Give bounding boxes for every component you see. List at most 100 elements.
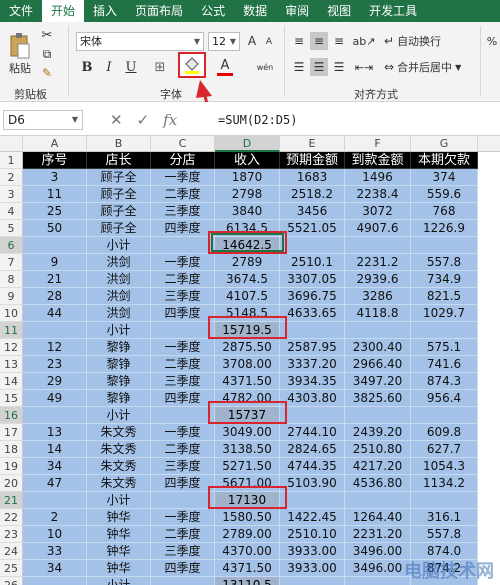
cell[interactable]: 朱文秀: [87, 424, 151, 441]
row-header[interactable]: 1: [0, 152, 23, 169]
cell[interactable]: 44: [23, 305, 87, 322]
cell[interactable]: 734.9: [411, 271, 478, 288]
cell[interactable]: 2231.2: [345, 254, 411, 271]
cell[interactable]: 3497.20: [345, 373, 411, 390]
ribbon-tab[interactable]: 审阅: [276, 0, 318, 22]
cell[interactable]: 4371.50: [215, 373, 280, 390]
cell[interactable]: [345, 577, 411, 585]
cell[interactable]: 1054.3: [411, 458, 478, 475]
row-header[interactable]: 19: [0, 458, 23, 475]
cell[interactable]: 1422.45: [280, 509, 345, 526]
decrease-font-button[interactable]: A: [262, 34, 276, 50]
cell[interactable]: 821.5: [411, 288, 478, 305]
row-header[interactable]: 21: [0, 492, 23, 509]
format-painter-button[interactable]: ✎: [38, 65, 56, 81]
cell[interactable]: 3307.05: [280, 271, 345, 288]
cell[interactable]: 5148.5: [215, 305, 280, 322]
cell[interactable]: [280, 407, 345, 424]
cell[interactable]: 四季度: [151, 475, 215, 492]
cell[interactable]: 二季度: [151, 356, 215, 373]
cell[interactable]: 2789: [215, 254, 280, 271]
cell[interactable]: 收入: [215, 152, 280, 169]
cell[interactable]: 3933.00: [280, 560, 345, 577]
cell[interactable]: [345, 492, 411, 509]
row-header[interactable]: 11: [0, 322, 23, 339]
spreadsheet-grid[interactable]: ABCDEFG 1 序号 店长 分店 收入 预期金额 到款金额 本期欠款 2 3 顾子全 一季度 187…: [0, 136, 500, 585]
cell[interactable]: 三季度: [151, 288, 215, 305]
cell[interactable]: 559.6: [411, 186, 478, 203]
cell[interactable]: 小计: [87, 577, 151, 585]
row-header[interactable]: 17: [0, 424, 23, 441]
cell[interactable]: 三季度: [151, 458, 215, 475]
underline-button[interactable]: U: [122, 58, 140, 76]
cell[interactable]: 黎铮: [87, 373, 151, 390]
align-bottom-button[interactable]: ≡: [330, 32, 348, 50]
cell[interactable]: 一季度: [151, 509, 215, 526]
cut-button[interactable]: ✂: [38, 27, 56, 43]
cell[interactable]: [280, 492, 345, 509]
cell[interactable]: 二季度: [151, 186, 215, 203]
cell[interactable]: 预期金额: [280, 152, 345, 169]
row-header[interactable]: 6: [0, 237, 23, 254]
cell[interactable]: 33: [23, 543, 87, 560]
row-header[interactable]: 12: [0, 339, 23, 356]
cell[interactable]: 小计: [87, 237, 151, 254]
cell[interactable]: [345, 407, 411, 424]
cell[interactable]: 顾子全: [87, 220, 151, 237]
cell[interactable]: 小计: [87, 322, 151, 339]
column-header-d[interactable]: D: [215, 136, 280, 152]
cell[interactable]: 13: [23, 424, 87, 441]
cell[interactable]: 洪剑: [87, 288, 151, 305]
cell[interactable]: 374: [411, 169, 478, 186]
font-color-button[interactable]: A: [214, 56, 236, 78]
cell[interactable]: 顾子全: [87, 186, 151, 203]
cell[interactable]: 1870: [215, 169, 280, 186]
font-size-dropdown[interactable]: 12 ▼: [208, 32, 240, 51]
align-top-button[interactable]: ≡: [290, 32, 308, 50]
cell[interactable]: 四季度: [151, 560, 215, 577]
orientation-button[interactable]: ab↗: [352, 32, 376, 50]
cell[interactable]: 3708.00: [215, 356, 280, 373]
align-left-button[interactable]: ☰: [290, 58, 308, 76]
copy-button[interactable]: ⧉: [38, 46, 56, 62]
ribbon-tab[interactable]: 开发工具: [360, 0, 426, 22]
cell[interactable]: 4107.5: [215, 288, 280, 305]
border-button[interactable]: ⊞: [148, 58, 172, 76]
cell[interactable]: 17130: [215, 492, 280, 509]
cell[interactable]: 2798: [215, 186, 280, 203]
cell[interactable]: 序号: [23, 152, 87, 169]
row-header[interactable]: 14: [0, 373, 23, 390]
row-header[interactable]: 26: [0, 577, 23, 585]
column-header-a[interactable]: A: [23, 136, 87, 152]
cell[interactable]: 分店: [151, 152, 215, 169]
cell[interactable]: 874.3: [411, 373, 478, 390]
cell[interactable]: [151, 577, 215, 585]
ribbon-tab[interactable]: 文件: [0, 0, 42, 22]
cell[interactable]: 49: [23, 390, 87, 407]
cell[interactable]: 3072: [345, 203, 411, 220]
cell[interactable]: 29: [23, 373, 87, 390]
cell[interactable]: 洪剑: [87, 254, 151, 271]
fill-color-button[interactable]: [178, 52, 206, 78]
cell[interactable]: 顾子全: [87, 203, 151, 220]
cell[interactable]: 4536.80: [345, 475, 411, 492]
cell[interactable]: 4744.35: [280, 458, 345, 475]
cell[interactable]: [23, 237, 87, 254]
cell[interactable]: 钟华: [87, 560, 151, 577]
cell[interactable]: 4907.6: [345, 220, 411, 237]
ribbon-tab[interactable]: 数据: [234, 0, 276, 22]
column-header-g[interactable]: G: [411, 136, 478, 152]
align-center-button[interactable]: ☰: [310, 58, 328, 76]
row-header[interactable]: 22: [0, 509, 23, 526]
cell[interactable]: 2824.65: [280, 441, 345, 458]
font-name-dropdown[interactable]: 宋体 ▼: [76, 32, 204, 51]
cell[interactable]: 11: [23, 186, 87, 203]
cell[interactable]: 12: [23, 339, 87, 356]
cell[interactable]: 4782.00: [215, 390, 280, 407]
cell[interactable]: 25: [23, 203, 87, 220]
number-format-button[interactable]: %: [484, 32, 500, 50]
cell[interactable]: 3934.35: [280, 373, 345, 390]
row-header[interactable]: 24: [0, 543, 23, 560]
cell[interactable]: 3049.00: [215, 424, 280, 441]
cell[interactable]: [151, 492, 215, 509]
